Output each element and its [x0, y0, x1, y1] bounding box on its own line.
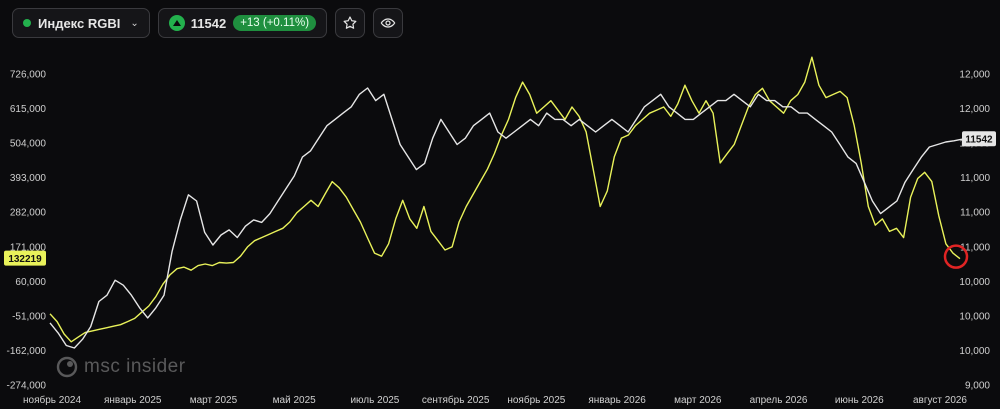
x-tick-label: апрель 2026 — [750, 395, 808, 406]
right-tick-label: 10,000 — [959, 311, 990, 322]
x-tick-label: март 2026 — [674, 395, 722, 406]
x-axis: ноябрь 2024 январь 2025 март 2025 май 2025 и… — [23, 394, 967, 406]
msc-logo-icon — [56, 356, 78, 378]
right-tag-text: 11542 — [965, 135, 993, 146]
series-layer — [49, 56, 969, 349]
right-last-value-tag: 11542 — [962, 131, 996, 147]
x-tick-label: ноябрь 2025 — [507, 394, 565, 406]
right-tick-label: 10,000 — [959, 346, 990, 357]
x-tick-label: май 2025 — [273, 395, 316, 406]
left-tick-label: -162,000 — [7, 346, 47, 357]
right-tick-label: 11,000 — [960, 208, 990, 219]
x-tick-label: март 2025 — [190, 395, 238, 406]
x-tick-label: январь 2025 — [104, 395, 162, 406]
highlight-marker — [943, 244, 969, 269]
left-tick-label: 282,000 — [10, 208, 47, 219]
x-tick-label: июнь 2026 — [835, 395, 884, 406]
right-tick-label: 10,000 — [959, 277, 990, 288]
left-tick-label: 504,000 — [10, 139, 47, 150]
x-tick-label: ноябрь 2024 — [23, 394, 81, 406]
x-tick-label: июль 2025 — [350, 395, 399, 406]
right-axis: 12,00012,00012,00011,00011,00011,00010,0… — [959, 70, 990, 392]
right-tick-label: 12,000 — [959, 104, 990, 115]
left-last-value-tag: 132219 — [4, 250, 46, 266]
right-tick-label: 12,000 — [959, 70, 990, 81]
left-tick-label: 615,000 — [10, 104, 47, 115]
series-line-1 — [49, 87, 963, 349]
left-tag-text: 132219 — [8, 254, 42, 265]
right-tick-label: 11,000 — [960, 173, 990, 184]
watermark-text: msc insider — [84, 356, 186, 377]
left-tick-label: -51,000 — [12, 311, 46, 322]
left-tick-label: 726,000 — [10, 70, 47, 81]
x-tick-label: январь 2026 — [588, 395, 646, 406]
left-tick-label: -274,000 — [7, 381, 47, 392]
left-tick-label: 60,000 — [15, 277, 46, 288]
line-chart: 726,000615,000504,000393,000282,000171,0… — [4, 56, 996, 406]
last-value-tags: 132219 11542 — [4, 131, 996, 266]
left-axis: 726,000615,000504,000393,000282,000171,0… — [7, 70, 47, 392]
x-tick-label: сентябрь 2025 — [422, 394, 490, 406]
right-tick-label: 9,000 — [965, 381, 990, 392]
watermark-logo: msc insider — [56, 356, 186, 378]
left-tick-label: 393,000 — [10, 173, 47, 184]
x-tick-label: август 2026 — [913, 395, 967, 406]
